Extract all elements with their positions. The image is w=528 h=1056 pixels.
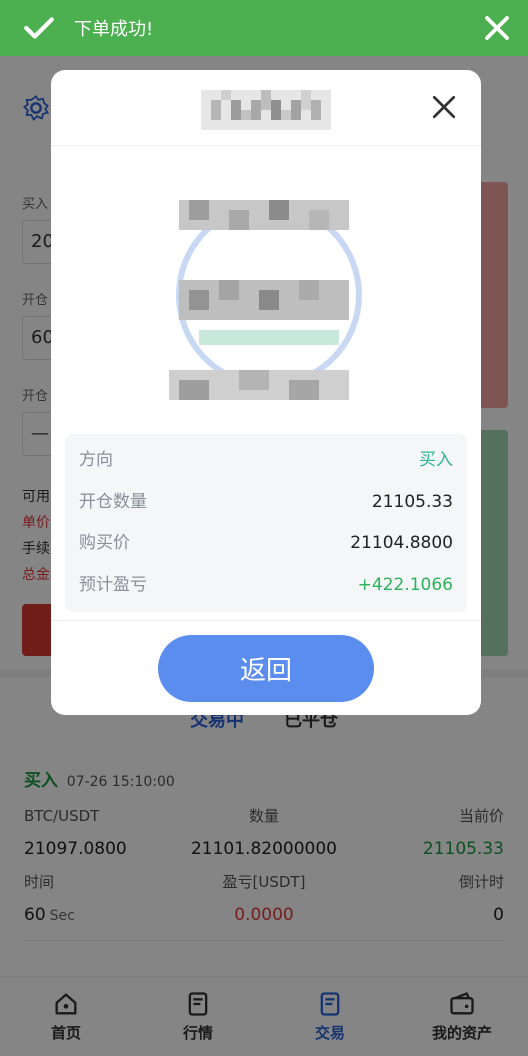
summary-row-quantity: 开仓数量 21105.33: [79, 482, 453, 524]
toast-message: 下单成功!: [74, 19, 154, 40]
pixelated-result-image: [169, 200, 362, 400]
summary-row-pnl: 预计盈亏 +422.1066: [79, 565, 453, 607]
expected-pnl-label: 预计盈亏: [79, 574, 147, 595]
toast-close-icon[interactable]: [482, 13, 512, 43]
check-icon: [24, 17, 54, 39]
purchase-price-value: 21104.8800: [350, 533, 453, 553]
pixelated-title-image: [201, 90, 331, 130]
modal-header: [51, 70, 481, 146]
order-result-modal: 方向 买入 开仓数量 21105.33 购买价 21104.8800 预计盈亏 …: [51, 70, 481, 715]
back-button[interactable]: 返回: [158, 635, 374, 702]
expected-pnl-value: +422.1066: [357, 574, 453, 595]
summary-row-price: 购买价 21104.8800: [79, 523, 453, 565]
quantity-label: 开仓数量: [79, 491, 147, 512]
purchase-price-label: 购买价: [79, 533, 130, 553]
order-summary: 方向 买入 开仓数量 21105.33 购买价 21104.8800 预计盈亏 …: [65, 434, 467, 612]
success-toast: 下单成功!: [0, 0, 528, 56]
modal-divider: [51, 620, 481, 621]
direction-label: 方向: [79, 450, 113, 470]
close-icon[interactable]: [431, 94, 457, 120]
direction-value: 买入: [419, 450, 453, 470]
summary-row-direction: 方向 买入: [79, 440, 453, 482]
quantity-value: 21105.33: [371, 491, 453, 512]
